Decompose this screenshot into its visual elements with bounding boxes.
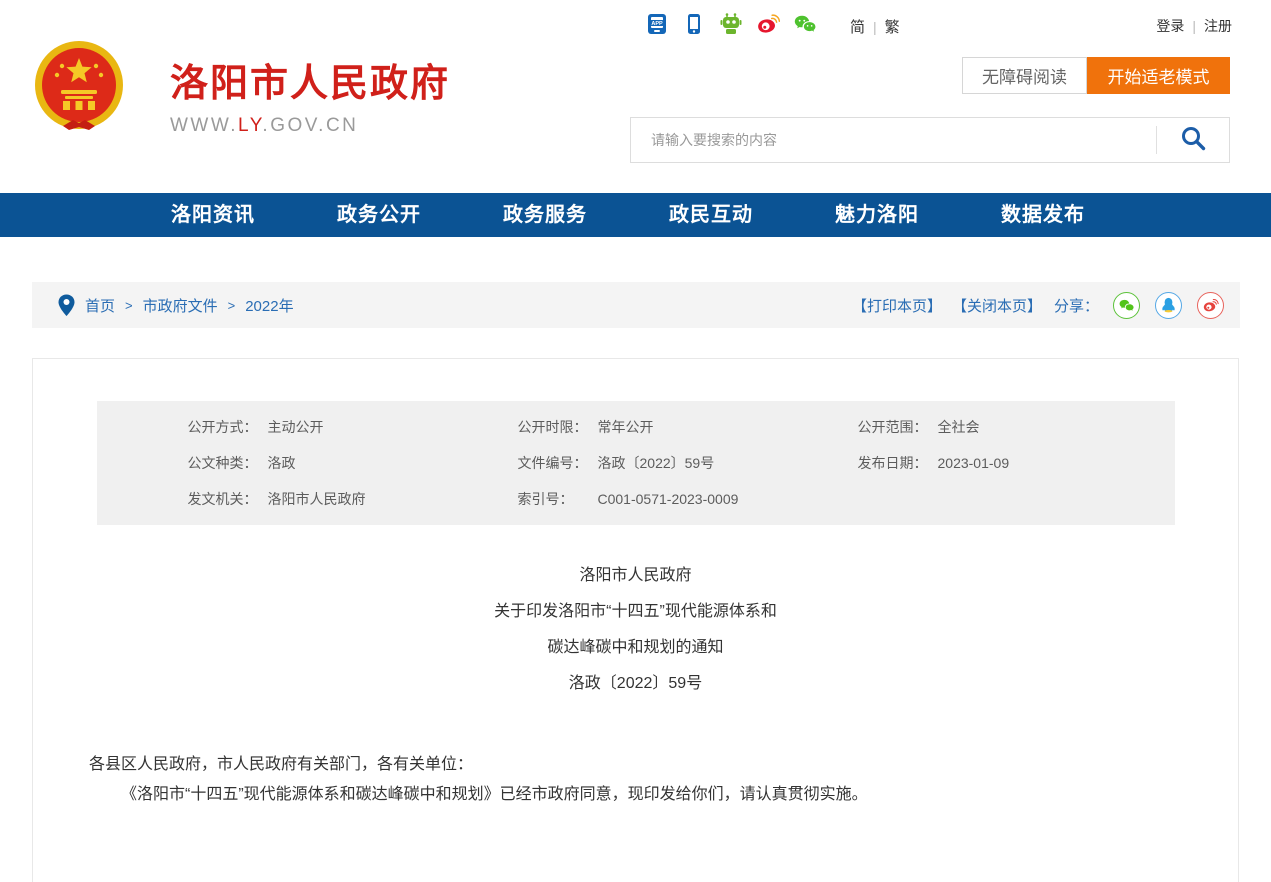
nav-item-gov-disclosure[interactable]: 政务公开 — [296, 193, 462, 237]
login-link[interactable]: 登录 — [1156, 16, 1184, 36]
meta-index-number: 索引号： C001-0571-2023-0009 — [518, 481, 858, 517]
meta-issuing-agency: 发文机关： 洛阳市人民政府 — [188, 481, 518, 517]
meta-release-date: 发布日期： 2023-01-09 — [858, 445, 1175, 481]
page-actions: 【打印本页】 【关闭本页】 分享： — [852, 292, 1224, 319]
search-icon — [1180, 125, 1207, 155]
elder-mode-button[interactable]: 开始适老模式 — [1087, 57, 1230, 94]
document-paragraph-salutation: 各县区人民政府，市人民政府有关部门，各有关单位： — [89, 750, 1182, 780]
topbar-quick-links: APP — [645, 12, 817, 36]
search-input[interactable] — [631, 118, 1156, 162]
nav-item-luoyang-news[interactable]: 洛阳资讯 — [130, 193, 296, 237]
document-title: 洛阳市人民政府 关于印发洛阳市“十四五”现代能源体系和 碳达峰碳中和规划的通知 … — [33, 558, 1238, 702]
document-card: 公开方式： 主动公开 公开时限： 常年公开 公开范围： 全社会 公文种类： 洛政… — [32, 358, 1239, 882]
share-weibo-icon[interactable] — [1197, 292, 1224, 319]
share-wechat-icon[interactable] — [1113, 292, 1140, 319]
nav-item-gov-services[interactable]: 政务服务 — [462, 193, 628, 237]
page: APP — [0, 0, 1271, 882]
lang-divider: | — [873, 19, 877, 35]
site-name: 洛阳市人民政府 — [170, 52, 450, 107]
document-body: 各县区人民政府，市人民政府有关部门，各有关单位： 《洛阳市“十四五”现代能源体系… — [33, 750, 1238, 810]
auth-divider: | — [1192, 18, 1196, 34]
meta-document-number: 文件编号： 洛政〔2022〕59号 — [518, 445, 858, 481]
breadcrumb-separator: > — [228, 298, 236, 313]
document-title-line: 碳达峰碳中和规划的通知 — [33, 630, 1238, 666]
meta-publicity-method: 公开方式： 主动公开 — [188, 409, 518, 445]
weibo-icon[interactable] — [756, 12, 780, 36]
breadcrumb-strip: 首页 > 市政府文件 > 2022年 【打印本页】 【关闭本页】 分享： — [32, 282, 1240, 328]
national-emblem-logo[interactable] — [33, 40, 125, 134]
document-title-line: 关于印发洛阳市“十四五”现代能源体系和 — [33, 594, 1238, 630]
share-icons — [1113, 292, 1224, 319]
close-page-link[interactable]: 【关闭本页】 — [952, 295, 1042, 316]
meta-empty-cell — [858, 481, 1175, 517]
meta-publicity-scope: 公开范围： 全社会 — [858, 409, 1175, 445]
app-icon[interactable]: APP — [645, 12, 669, 36]
share-label: 分享： — [1054, 295, 1099, 316]
lang-simplified[interactable]: 简 — [850, 16, 865, 37]
site-url: WWW.LY.GOV.CN — [170, 115, 450, 137]
share-qq-icon[interactable] — [1155, 292, 1182, 319]
site-url-www: WWW. — [170, 115, 238, 136]
nav-item-data-release[interactable]: 数据发布 — [960, 193, 1126, 237]
nav-item-charming-luoyang[interactable]: 魅力洛阳 — [794, 193, 960, 237]
mobile-icon[interactable] — [682, 12, 706, 36]
breadcrumb: 首页 > 市政府文件 > 2022年 — [58, 294, 294, 317]
nav-item-public-interaction[interactable]: 政民互动 — [628, 193, 794, 237]
wechat-icon[interactable] — [793, 12, 817, 36]
breadcrumb-city-documents[interactable]: 市政府文件 — [143, 295, 218, 316]
main-nav: 洛阳资讯 政务公开 政务服务 政民互动 魅力洛阳 数据发布 — [0, 193, 1271, 237]
robot-icon[interactable] — [719, 12, 743, 36]
site-url-rest: .GOV.CN — [262, 115, 358, 136]
breadcrumb-year-2022[interactable]: 2022年 — [245, 295, 293, 316]
breadcrumb-separator: > — [125, 298, 133, 313]
lang-traditional[interactable]: 繁 — [885, 16, 900, 37]
document-title-line: 洛阳市人民政府 — [33, 558, 1238, 594]
language-toggle: 简 | 繁 — [850, 16, 900, 37]
document-paragraph-main: 《洛阳市“十四五”现代能源体系和碳达峰碳中和规划》已经市政府同意，现印发给你们，… — [89, 780, 1182, 810]
accessibility-reading-button[interactable]: 无障碍阅读 — [962, 57, 1087, 94]
meta-publicity-period: 公开时限： 常年公开 — [518, 409, 858, 445]
breadcrumb-home[interactable]: 首页 — [85, 295, 115, 316]
meta-document-type: 公文种类： 洛政 — [188, 445, 518, 481]
print-page-link[interactable]: 【打印本页】 — [852, 295, 942, 316]
header-buttons: 无障碍阅读 开始适老模式 — [962, 57, 1230, 94]
site-url-ly: LY — [238, 115, 262, 136]
search-bar — [630, 117, 1230, 163]
site-title-block[interactable]: 洛阳市人民政府 WWW.LY.GOV.CN — [170, 52, 450, 137]
search-button[interactable] — [1157, 118, 1229, 162]
document-title-line: 洛政〔2022〕59号 — [33, 666, 1238, 702]
auth-links: 登录 | 注册 — [1156, 16, 1232, 36]
register-link[interactable]: 注册 — [1204, 16, 1232, 36]
document-meta-table: 公开方式： 主动公开 公开时限： 常年公开 公开范围： 全社会 公文种类： 洛政… — [97, 401, 1175, 525]
svg-text:APP: APP — [651, 21, 663, 27]
location-pin-icon — [58, 294, 75, 317]
